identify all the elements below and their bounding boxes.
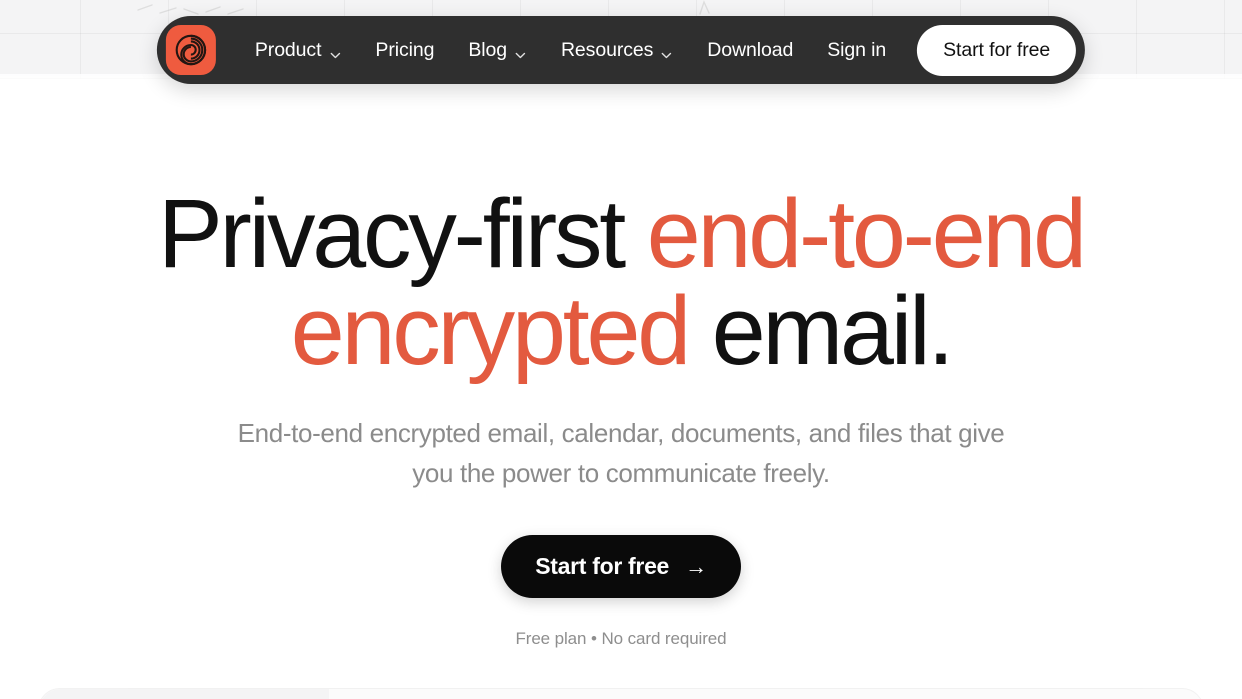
nav-item-label: Download — [707, 38, 794, 61]
hero-fineprint: Free plan • No card required — [515, 629, 727, 648]
page-title: Privacy-first end-to-end encrypted email… — [0, 185, 1242, 379]
brand-logo[interactable] — [165, 25, 216, 75]
nav-item-label: Blog — [468, 38, 507, 61]
navigation-bar-wrapper: Product Pricing Blog Resources Download … — [156, 16, 1086, 84]
hero-section: Privacy-first end-to-end encrypted email… — [0, 79, 1242, 699]
hero-start-for-free-button[interactable]: Start for free → — [501, 535, 741, 598]
next-section-peek — [38, 688, 1204, 699]
spiral-logo-icon — [174, 33, 208, 67]
chevron-down-icon — [660, 45, 673, 58]
nav-start-for-free-button[interactable]: Start for free — [917, 24, 1077, 76]
headline-text-accent: encrypted — [290, 276, 712, 385]
headline-text-accent: end-to-end — [646, 179, 1087, 288]
chevron-down-icon — [328, 45, 341, 58]
nav-item-pricing[interactable]: Pricing — [358, 30, 451, 71]
nav-item-label: Sign in — [827, 38, 887, 61]
nav-item-label: Product — [254, 38, 322, 61]
chevron-down-icon — [514, 45, 527, 58]
nav-item-product[interactable]: Product — [238, 30, 359, 71]
navigation-bar: Product Pricing Blog Resources Download … — [156, 16, 1086, 84]
hero-cta-label: Start for free — [535, 553, 670, 579]
nav-item-sign-in[interactable]: Sign in — [810, 30, 903, 71]
headline-line-1: Privacy-first end-to-end — [0, 185, 1242, 282]
subheadline-line-1: End-to-end encrypted email, calendar, do… — [237, 418, 852, 448]
nav-item-resources[interactable]: Resources — [544, 30, 690, 71]
nav-links: Product Pricing Blog Resources Download … — [238, 30, 903, 71]
next-section-tab — [39, 689, 329, 699]
hero-cta-row: Start for free → — [0, 535, 1242, 598]
nav-item-blog[interactable]: Blog — [451, 30, 544, 71]
nav-item-label: Resources — [560, 38, 654, 61]
hero-subheadline: End-to-end encrypted email, calendar, do… — [231, 413, 1011, 493]
headline-text-plain: Privacy-first — [158, 179, 647, 288]
arrow-right-icon: → — [685, 553, 707, 579]
nav-item-download[interactable]: Download — [690, 30, 810, 71]
headline-line-2: encrypted email. — [0, 282, 1242, 379]
headline-text-plain: email. — [711, 276, 955, 385]
nav-item-label: Pricing — [375, 38, 435, 61]
